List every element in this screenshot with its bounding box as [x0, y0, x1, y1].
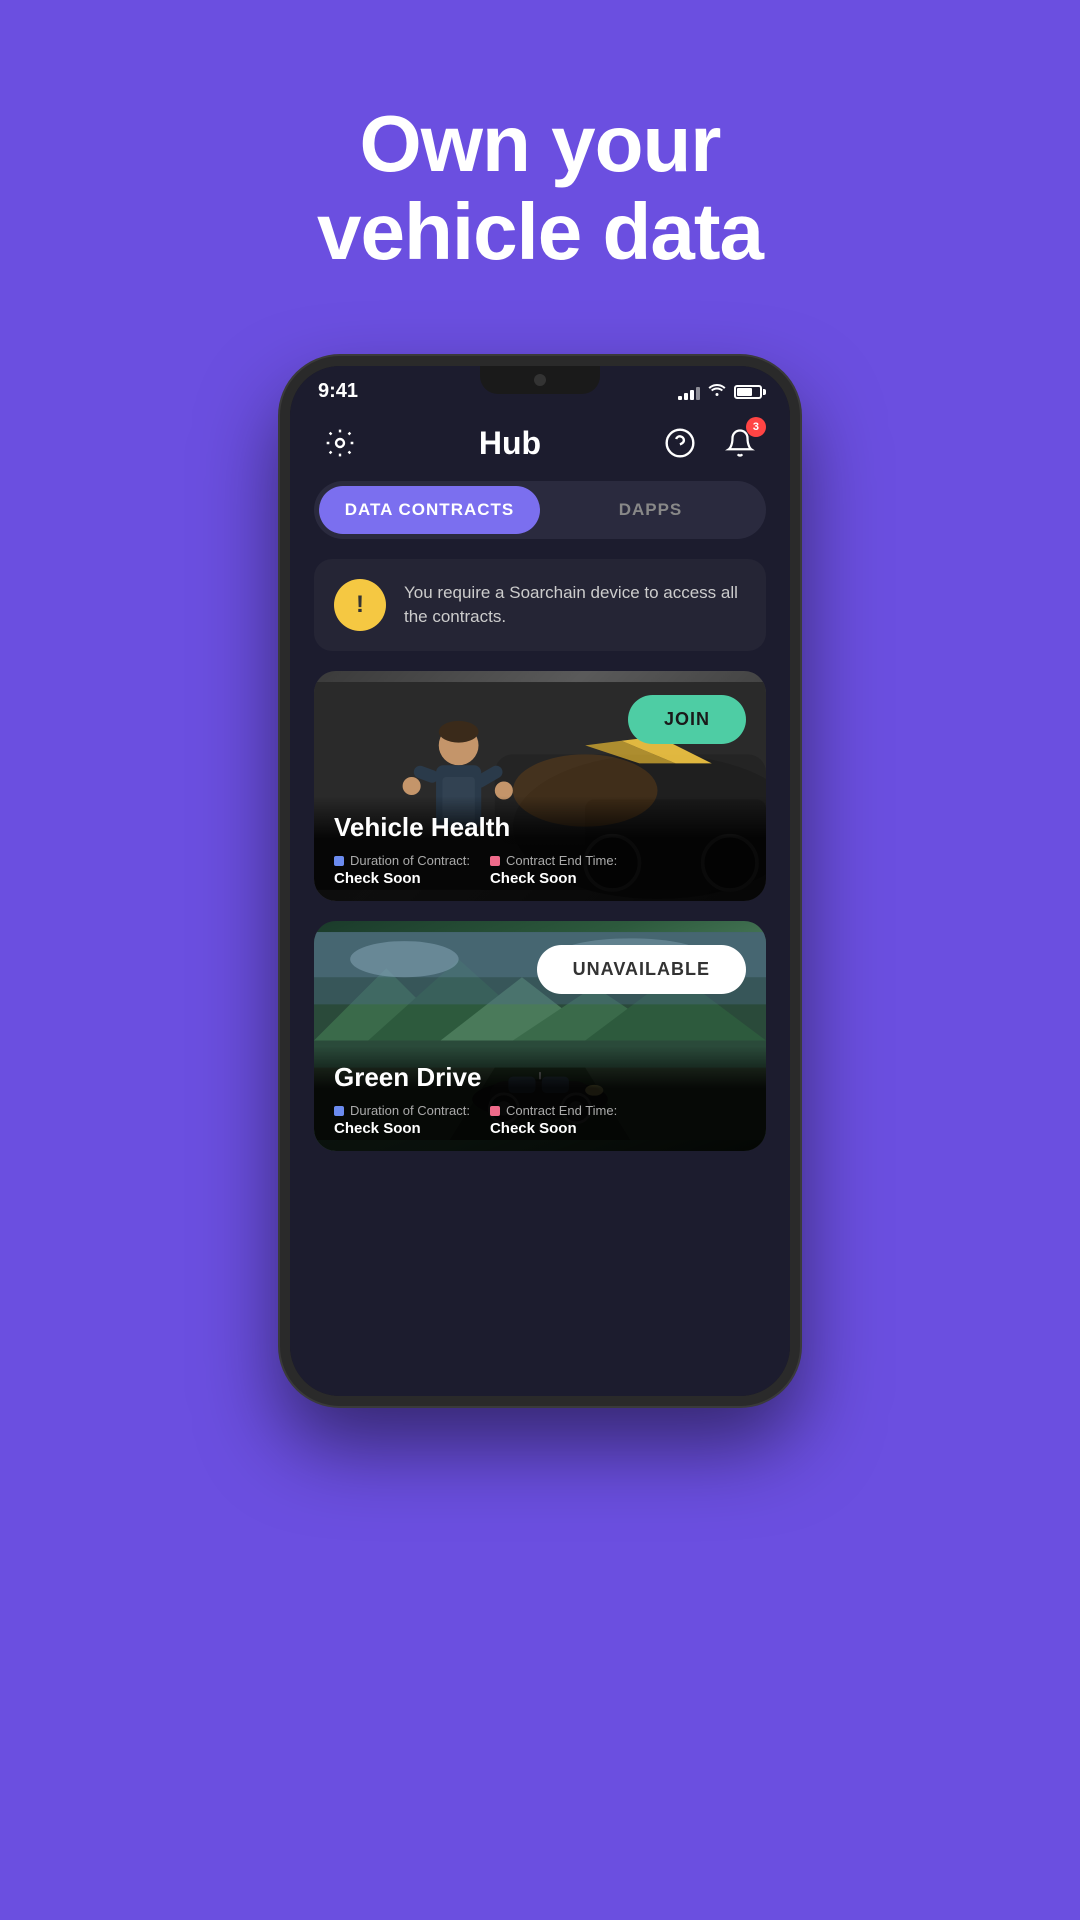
warning-banner: ! You require a Soarchain device to acce… — [314, 559, 766, 651]
end-time-label: Contract End Time: — [506, 853, 617, 868]
duration-value: Check Soon — [334, 870, 470, 887]
gd-duration-value: Check Soon — [334, 1120, 470, 1137]
end-time-dot — [490, 856, 500, 866]
gd-duration-label: Duration of Contract: — [350, 1103, 470, 1118]
page-title: Hub — [479, 425, 541, 462]
duration-label: Duration of Contract: — [350, 853, 470, 868]
tab-data-contracts[interactable]: DATA CONTRACTS — [319, 486, 540, 534]
end-time-value: Check Soon — [490, 870, 617, 887]
tabs-pill: DATA CONTRACTS DAPPS — [314, 481, 766, 539]
notification-badge: 3 — [746, 417, 766, 437]
camera — [534, 374, 546, 386]
card-meta: Duration of Contract: Check Soon Contrac… — [334, 853, 746, 887]
warning-text: You require a Soarchain device to access… — [404, 581, 746, 629]
gd-end-time-label: Contract End Time: — [506, 1103, 617, 1118]
status-time: 9:41 — [318, 380, 358, 403]
green-drive-title: Green Drive — [334, 1062, 746, 1093]
gd-end-time-meta: Contract End Time: Check Soon — [490, 1103, 617, 1137]
battery-icon — [734, 385, 762, 399]
contract-card-green-drive: UNAVAILABLE Green Drive Duration of Cont… — [314, 921, 766, 1151]
card-overlay-green-drive: Green Drive Duration of Contract: Check … — [314, 1046, 766, 1151]
tab-dapps[interactable]: DAPPS — [540, 486, 761, 534]
gd-end-time-dot — [490, 1106, 500, 1116]
warning-icon: ! — [334, 579, 386, 631]
wifi-icon — [708, 382, 726, 401]
notification-button[interactable]: 3 — [718, 421, 762, 465]
card-overlay: Vehicle Health Duration of Contract: Che… — [314, 796, 766, 901]
tabs-container: DATA CONTRACTS DAPPS — [290, 481, 790, 559]
contract-card-vehicle-health: JOIN Vehicle Health Duration of Contract… — [314, 671, 766, 901]
end-time-meta: Contract End Time: Check Soon — [490, 853, 617, 887]
status-icons — [678, 382, 762, 401]
app-screen: 9:41 — [290, 366, 790, 1396]
settings-button[interactable] — [318, 421, 362, 465]
app-header: Hub 3 — [290, 411, 790, 481]
phone-mockup: 9:41 — [280, 356, 800, 1406]
join-button[interactable]: JOIN — [628, 695, 746, 744]
contracts-list: JOIN Vehicle Health Duration of Contract… — [290, 671, 790, 1151]
duration-dot — [334, 856, 344, 866]
signal-icon — [678, 384, 700, 400]
green-drive-meta: Duration of Contract: Check Soon Contrac… — [334, 1103, 746, 1137]
contract-title: Vehicle Health — [334, 812, 746, 843]
hero-title: Own your vehicle data — [317, 100, 763, 276]
gd-end-time-value: Check Soon — [490, 1120, 617, 1137]
help-button[interactable] — [658, 421, 702, 465]
unavailable-button[interactable]: UNAVAILABLE — [537, 945, 746, 994]
header-action-icons: 3 — [658, 421, 762, 465]
gd-duration-dot — [334, 1106, 344, 1116]
gd-duration-meta: Duration of Contract: Check Soon — [334, 1103, 470, 1137]
duration-meta: Duration of Contract: Check Soon — [334, 853, 470, 887]
